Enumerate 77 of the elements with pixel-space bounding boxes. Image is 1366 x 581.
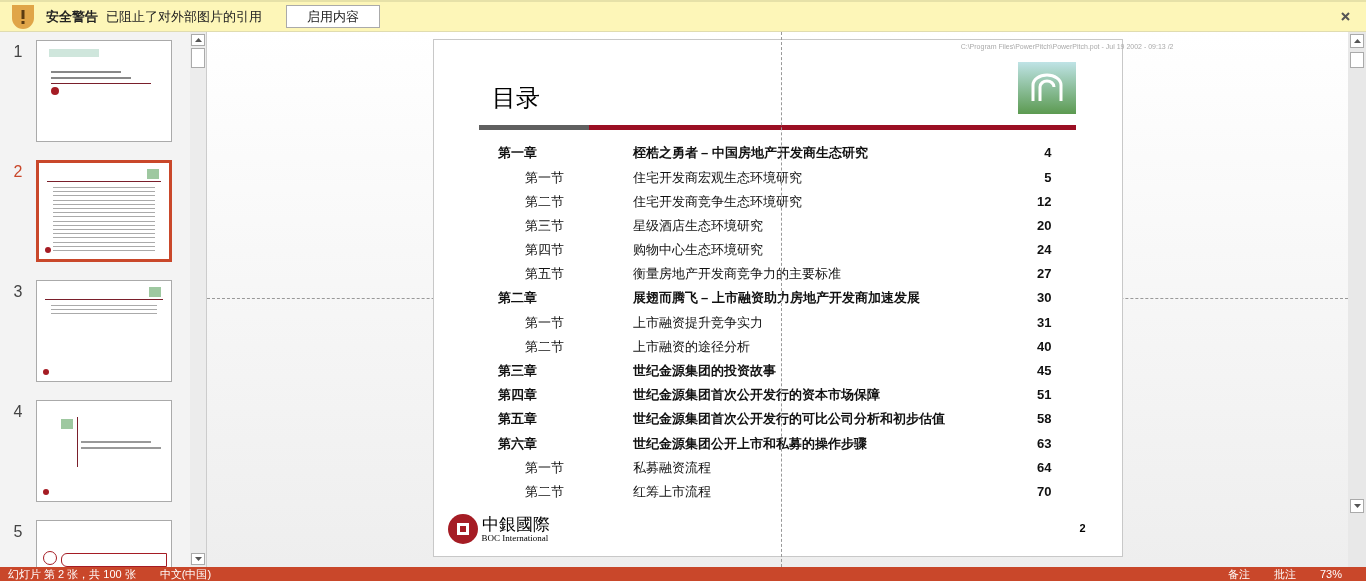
section-label: 第二节: [524, 482, 565, 501]
page-number: 70: [1036, 482, 1052, 501]
section-label: 第二节: [524, 337, 565, 356]
section-label: 第一节: [524, 168, 565, 187]
chapter-title: 世纪金源集团首次公开发行的资本市场保障: [632, 386, 881, 405]
up-arrow-icon: [194, 38, 202, 42]
chapter-title: 世纪金源集团首次公开发行的可比公司分析和初步估值: [632, 410, 946, 429]
slide-number: 4: [12, 402, 24, 422]
section-title: 上市融资的途径分析: [632, 337, 751, 356]
slide-number: 3: [12, 282, 24, 302]
chapter-label: 第六章: [497, 434, 538, 453]
company-logo: [1017, 62, 1076, 114]
warning-message: 已阻止了对外部图片的引用: [106, 7, 262, 26]
section-label: 第一节: [524, 313, 565, 332]
chapter-label: 第一章: [497, 144, 538, 163]
zoom-level: 73%: [1319, 567, 1342, 581]
page-number: 4: [1043, 144, 1052, 163]
chapter-label: 第三章: [497, 362, 538, 381]
page-number: 27: [1036, 265, 1052, 284]
down-arrow-icon: [1353, 504, 1361, 508]
page-number: 64: [1036, 458, 1052, 477]
page-number: 24: [1036, 241, 1052, 260]
scroll-down-button[interactable]: [1350, 499, 1364, 513]
section-title: 私募融资流程: [632, 458, 712, 477]
page-number: 63: [1036, 434, 1052, 453]
warning-icon: [12, 4, 34, 29]
page-number: 31: [1036, 313, 1052, 332]
page-number: 51: [1036, 386, 1052, 405]
page-number: 5: [1043, 168, 1052, 187]
notes-button[interactable]: 备注: [1227, 567, 1250, 581]
slide-title: 目录: [491, 84, 540, 113]
chapter-title: 世纪金源集团公开上市和私募的操作步骤: [632, 434, 868, 453]
scrollbar-thumb[interactable]: [1350, 52, 1364, 68]
section-label: 第四节: [524, 241, 565, 260]
section-title: 购物中心生态环境研究: [632, 241, 764, 260]
slide-thumbnail[interactable]: [36, 160, 172, 262]
boc-logo-icon: [447, 514, 478, 544]
warning-title: 安全警告: [46, 7, 98, 26]
logo-english-name: BOC International: [481, 533, 550, 543]
chapter-label: 第四章: [497, 386, 538, 405]
slide-page-number: 2: [1079, 520, 1086, 536]
enable-content-button[interactable]: 启用内容: [286, 5, 380, 28]
section-label: 第二节: [524, 192, 565, 211]
down-arrow-icon: [194, 557, 202, 561]
slide-thumbnail[interactable]: [36, 40, 172, 142]
slide-number: 2: [12, 162, 24, 182]
page-number: 58: [1036, 410, 1052, 429]
page-number: 40: [1036, 337, 1052, 356]
section-title: 住宅开发商竞争生态环境研究: [632, 192, 803, 211]
slide-thumbnail[interactable]: [36, 280, 172, 382]
section-title: 上市融资提升竞争实力: [632, 313, 764, 332]
section-title: 住宅开发商宏观生态环境研究: [632, 168, 803, 187]
page-number: 20: [1036, 216, 1052, 235]
up-arrow-icon: [1353, 39, 1361, 43]
slide-number: 5: [12, 522, 24, 542]
chapter-title: 世纪金源集团的投资故事: [632, 362, 777, 381]
logo-chinese-name: 中銀國際: [481, 515, 550, 533]
section-label: 第一节: [524, 458, 565, 477]
section-label: 第五节: [524, 265, 565, 284]
slide-count: 幻灯片 第 2 张，共 100 张: [8, 567, 136, 581]
section-title: 星级酒店生态环境研究: [632, 216, 764, 235]
chapter-label: 第二章: [497, 289, 538, 308]
page-number: 45: [1036, 362, 1052, 381]
page-number: 30: [1036, 289, 1052, 308]
section-title: 红筹上市流程: [632, 482, 712, 501]
scroll-down-button[interactable]: [191, 553, 205, 565]
scroll-up-button[interactable]: [1350, 34, 1364, 48]
close-button[interactable]: [1341, 12, 1350, 21]
section-label: 第三节: [524, 216, 565, 235]
slide-number: 1: [12, 42, 24, 62]
slide-thumbnail[interactable]: [36, 400, 172, 502]
comments-button[interactable]: 批注: [1273, 567, 1296, 581]
chapter-label: 第五章: [497, 410, 538, 429]
scrollbar-thumb[interactable]: [191, 48, 205, 68]
page-number: 12: [1036, 192, 1052, 211]
language-indicator: 中文(中国): [159, 567, 212, 581]
scroll-up-button[interactable]: [191, 34, 205, 46]
